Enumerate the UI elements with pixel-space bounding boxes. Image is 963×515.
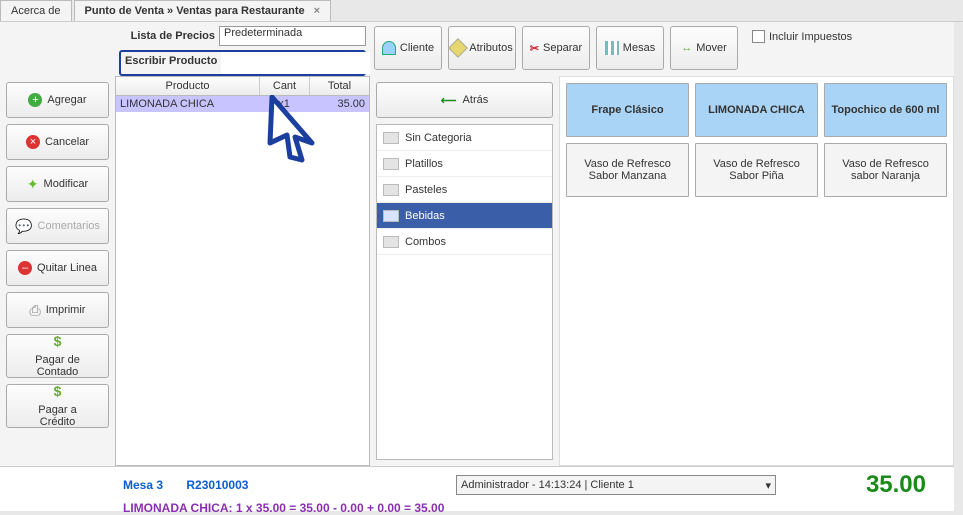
chevron-down-icon: ▾ bbox=[765, 479, 771, 492]
product-refresco-manzana[interactable]: Vaso de Refresco Sabor Manzana bbox=[566, 143, 689, 197]
back-arrow-icon: ⟵ bbox=[441, 94, 457, 107]
category-bebidas[interactable]: Bebidas bbox=[377, 203, 552, 229]
folder-icon bbox=[383, 236, 399, 248]
puzzle-icon: ✦ bbox=[27, 176, 39, 193]
price-list-label: Lista de Precios bbox=[119, 30, 219, 42]
cell-producto: LIMONADA CHICA bbox=[116, 96, 259, 112]
col-total[interactable]: Total bbox=[309, 77, 369, 95]
search-input[interactable] bbox=[221, 52, 371, 74]
col-producto[interactable]: Producto bbox=[116, 77, 259, 95]
x-icon: × bbox=[26, 135, 40, 149]
comentarios-button[interactable]: 💬Comentarios bbox=[6, 208, 109, 244]
order-total: 35.00 bbox=[776, 471, 946, 499]
cliente-button[interactable]: Cliente bbox=[374, 26, 442, 70]
product-frape-clasico[interactable]: Frape Clásico bbox=[566, 83, 689, 137]
category-list: Sin Categoria Platillos Pasteles Bebidas… bbox=[376, 124, 553, 460]
table-row[interactable]: LIMONADA CHICA x1 35.00 bbox=[116, 96, 369, 112]
modificar-button[interactable]: ✦Modificar bbox=[6, 166, 109, 202]
tab-main-label: Punto de Venta » Ventas para Restaurante bbox=[85, 5, 305, 17]
mesas-button[interactable]: Mesas bbox=[596, 26, 664, 70]
product-limonada-chica[interactable]: LIMONADA CHICA bbox=[695, 83, 818, 137]
move-icon: ↔ bbox=[681, 42, 692, 54]
product-grid: Frape Clásico LIMONADA CHICA Topochico d… bbox=[559, 76, 954, 466]
product-refresco-pina[interactable]: Vaso de Refresco Sabor Piña bbox=[695, 143, 818, 197]
col-cant[interactable]: Cant bbox=[259, 77, 309, 95]
price-list-select[interactable]: Predeterminada bbox=[219, 26, 366, 46]
printer-icon: ⎙ bbox=[30, 302, 41, 319]
tables-icon bbox=[605, 41, 619, 55]
product-search[interactable]: Escribir Producto bbox=[119, 50, 366, 76]
folder-icon bbox=[383, 132, 399, 144]
category-platillos[interactable]: Platillos bbox=[377, 151, 552, 177]
atras-button[interactable]: ⟵Atrás bbox=[376, 82, 553, 118]
agregar-button[interactable]: +Agregar bbox=[6, 82, 109, 118]
tab-main[interactable]: Punto de Venta » Ventas para Restaurante… bbox=[74, 0, 332, 21]
product-topochico[interactable]: Topochico de 600 ml bbox=[824, 83, 947, 137]
plus-icon: + bbox=[28, 93, 42, 107]
minus-icon: – bbox=[18, 261, 32, 275]
include-tax-label: Incluir Impuestos bbox=[769, 31, 852, 43]
separar-button[interactable]: ✂Separar bbox=[522, 26, 590, 70]
cell-cant: x1 bbox=[259, 96, 309, 112]
mover-button[interactable]: ↔Mover bbox=[670, 26, 738, 70]
user-icon bbox=[382, 41, 396, 55]
ticket-number: R23010003 bbox=[186, 478, 248, 492]
cancelar-button[interactable]: ×Cancelar bbox=[6, 124, 109, 160]
pagar-credito-button[interactable]: $Pagar aCrédito bbox=[6, 384, 109, 428]
tag-icon bbox=[448, 38, 468, 58]
dollar-icon: $ bbox=[54, 384, 62, 399]
tab-close-icon[interactable]: × bbox=[314, 5, 320, 17]
calc-line: LIMONADA CHICA: 1 x 35.00 = 35.00 - 0.00… bbox=[123, 501, 946, 515]
tab-about[interactable]: Acerca de bbox=[0, 0, 72, 21]
folder-icon bbox=[383, 184, 399, 196]
quitar-linea-button[interactable]: –Quitar Linea bbox=[6, 250, 109, 286]
category-sin-categoria[interactable]: Sin Categoria bbox=[377, 125, 552, 151]
folder-icon bbox=[383, 158, 399, 170]
include-tax-checkbox[interactable] bbox=[752, 30, 765, 43]
admin-dropdown[interactable]: Administrador - 14:13:24 | Cliente 1 ▾ bbox=[456, 475, 776, 495]
dollar-icon: $ bbox=[54, 334, 62, 349]
category-combos[interactable]: Combos bbox=[377, 229, 552, 255]
folder-icon bbox=[383, 210, 399, 222]
order-table: Producto Cant Total LIMONADA CHICA x1 35… bbox=[115, 76, 370, 466]
imprimir-button[interactable]: ⎙Imprimir bbox=[6, 292, 109, 328]
split-icon: ✂ bbox=[530, 42, 539, 55]
bubble-icon: 💬 bbox=[15, 218, 32, 235]
mesa-label: Mesa 3 bbox=[123, 478, 163, 492]
cell-total: 35.00 bbox=[309, 96, 369, 112]
category-pasteles[interactable]: Pasteles bbox=[377, 177, 552, 203]
atributos-button[interactable]: Atributos bbox=[448, 26, 516, 70]
search-label: Escribir Producto bbox=[121, 52, 221, 74]
product-refresco-naranja[interactable]: Vaso de Refresco sabor Naranja bbox=[824, 143, 947, 197]
pagar-contado-button[interactable]: $Pagar deContado bbox=[6, 334, 109, 378]
